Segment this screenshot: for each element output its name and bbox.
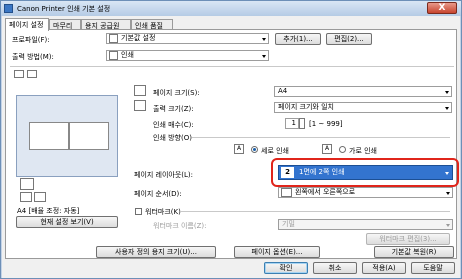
page-size-label: 페이지 크기(S): xyxy=(153,89,200,97)
profile-icon xyxy=(109,34,118,43)
landscape-label: 가로 인쇄 xyxy=(349,147,377,155)
preview-layout-icon[interactable] xyxy=(27,70,37,78)
profile-select[interactable]: 기본값 설정 xyxy=(106,33,269,44)
portrait-radio[interactable] xyxy=(251,146,258,153)
page-layout-value: 1면에 2쪽 인쇄 xyxy=(299,168,345,176)
printer-preferences-window: Canon Printer 인쇄 기본 설정 X 페이지 설정 마무리 용지 공… xyxy=(0,0,462,279)
cancel-button[interactable]: 취소 xyxy=(313,262,357,274)
divider xyxy=(10,66,454,67)
copies-range: [1 ~ 999] xyxy=(309,120,343,128)
print-icon xyxy=(109,51,118,60)
page-order-icon xyxy=(281,188,292,197)
output-method-select[interactable]: 인쇄 xyxy=(106,50,269,61)
preview-page-left xyxy=(29,122,69,150)
watermark-name-value: 기밀 xyxy=(282,220,295,228)
chevron-down-icon xyxy=(445,172,449,175)
watermark-divider xyxy=(180,211,450,212)
orientation-label: 인쇄 방향(O) xyxy=(153,134,192,142)
chevron-down-icon xyxy=(446,192,450,195)
chevron-down-icon xyxy=(445,91,449,94)
add-profile-button[interactable]: 추가(1)... xyxy=(275,33,321,45)
close-button[interactable]: X xyxy=(427,2,457,14)
output-method-label: 출력 방법(M): xyxy=(12,53,54,61)
page-size-icon xyxy=(134,85,146,96)
ok-button[interactable]: 확인 xyxy=(264,262,308,274)
staple-icon[interactable] xyxy=(20,192,32,202)
apply-button[interactable]: 적용(A) xyxy=(362,262,406,274)
portrait-icon: A xyxy=(234,144,244,154)
paper-stack-icon xyxy=(20,178,34,190)
portrait-label: 세로 인쇄 xyxy=(261,147,289,155)
page-setup-panel: 프로파일(F): 기본값 설정 추가(1)... 편집(2)... 출력 방법(… xyxy=(5,29,459,259)
page-layout-select[interactable]: 2 1면에 2쪽 인쇄 xyxy=(278,165,453,180)
chevron-down-icon xyxy=(445,107,449,110)
copies-label: 인쇄 매수(C): xyxy=(153,121,194,129)
profile-label: 프로파일(F): xyxy=(12,36,50,44)
copies-spinner[interactable] xyxy=(299,118,305,129)
printer-app-icon xyxy=(4,4,13,13)
page-order-select[interactable]: 왼쪽에서 오른쪽으로 xyxy=(278,187,453,198)
chevron-down-icon xyxy=(446,224,450,227)
watermark-checkbox[interactable] xyxy=(135,208,142,215)
restore-defaults-button[interactable]: 기본값 복원(R) xyxy=(374,246,454,258)
profile-value: 기본값 설정 xyxy=(121,34,156,42)
copies-input[interactable]: 1 xyxy=(285,118,299,129)
output-size-label: 출력 크기(Z): xyxy=(153,105,194,113)
help-button[interactable]: 도움말 xyxy=(411,262,455,274)
layout-number-icon: 2 xyxy=(281,167,294,178)
edit-profile-button[interactable]: 편집(2)... xyxy=(326,33,372,45)
watermark-label: 워터마크(K) xyxy=(145,208,181,216)
layout-preview xyxy=(16,95,118,177)
page-layout-label: 페이지 레이아웃(L): xyxy=(134,171,194,179)
output-size-value: 페이지 크기와 일치 xyxy=(278,103,334,111)
chevron-down-icon xyxy=(262,55,266,58)
finishing-icon[interactable] xyxy=(34,192,46,202)
dialog-body: 페이지 설정 마무리 용지 공급원 인쇄 품질 프로파일(F): 기본값 설정 … xyxy=(2,16,460,278)
orientation-divider xyxy=(192,137,450,138)
preview-status: A4 [배율 조정: 자동] xyxy=(17,207,80,215)
page-options-button[interactable]: 페이지 옵션(E)... xyxy=(234,246,320,258)
output-size-select[interactable]: 페이지 크기와 일치 xyxy=(274,102,452,113)
page-order-value: 왼쪽에서 오른쪽으로 xyxy=(295,188,356,196)
output-method-value: 인쇄 xyxy=(121,51,134,59)
chevron-down-icon xyxy=(262,38,266,41)
landscape-icon: A xyxy=(322,144,332,154)
landscape-radio[interactable] xyxy=(339,146,346,153)
page-order-label: 페이지 순서(D): xyxy=(134,190,182,198)
page-size-value: A4 xyxy=(278,87,288,95)
window-title: Canon Printer 인쇄 기본 설정 xyxy=(17,5,111,13)
edit-watermark-button[interactable]: 워터마크 편집(3)... xyxy=(366,233,450,245)
view-settings-button[interactable]: 현재 설정 보기(V) xyxy=(16,216,118,228)
output-size-icon xyxy=(134,100,146,111)
custom-paper-size-button[interactable]: 사용자 정의 용지 크기(U)... xyxy=(96,246,216,258)
preview-mode-icon[interactable] xyxy=(14,70,24,78)
tab-page-setup[interactable]: 페이지 설정 xyxy=(5,18,49,31)
preview-page-right xyxy=(69,122,109,150)
page-size-select[interactable]: A4 xyxy=(274,86,452,97)
title-bar: Canon Printer 인쇄 기본 설정 X xyxy=(1,1,461,16)
watermark-name-select[interactable]: 기밀 xyxy=(278,219,453,230)
watermark-name-label: 워터마크 이름(Z): xyxy=(153,222,207,230)
